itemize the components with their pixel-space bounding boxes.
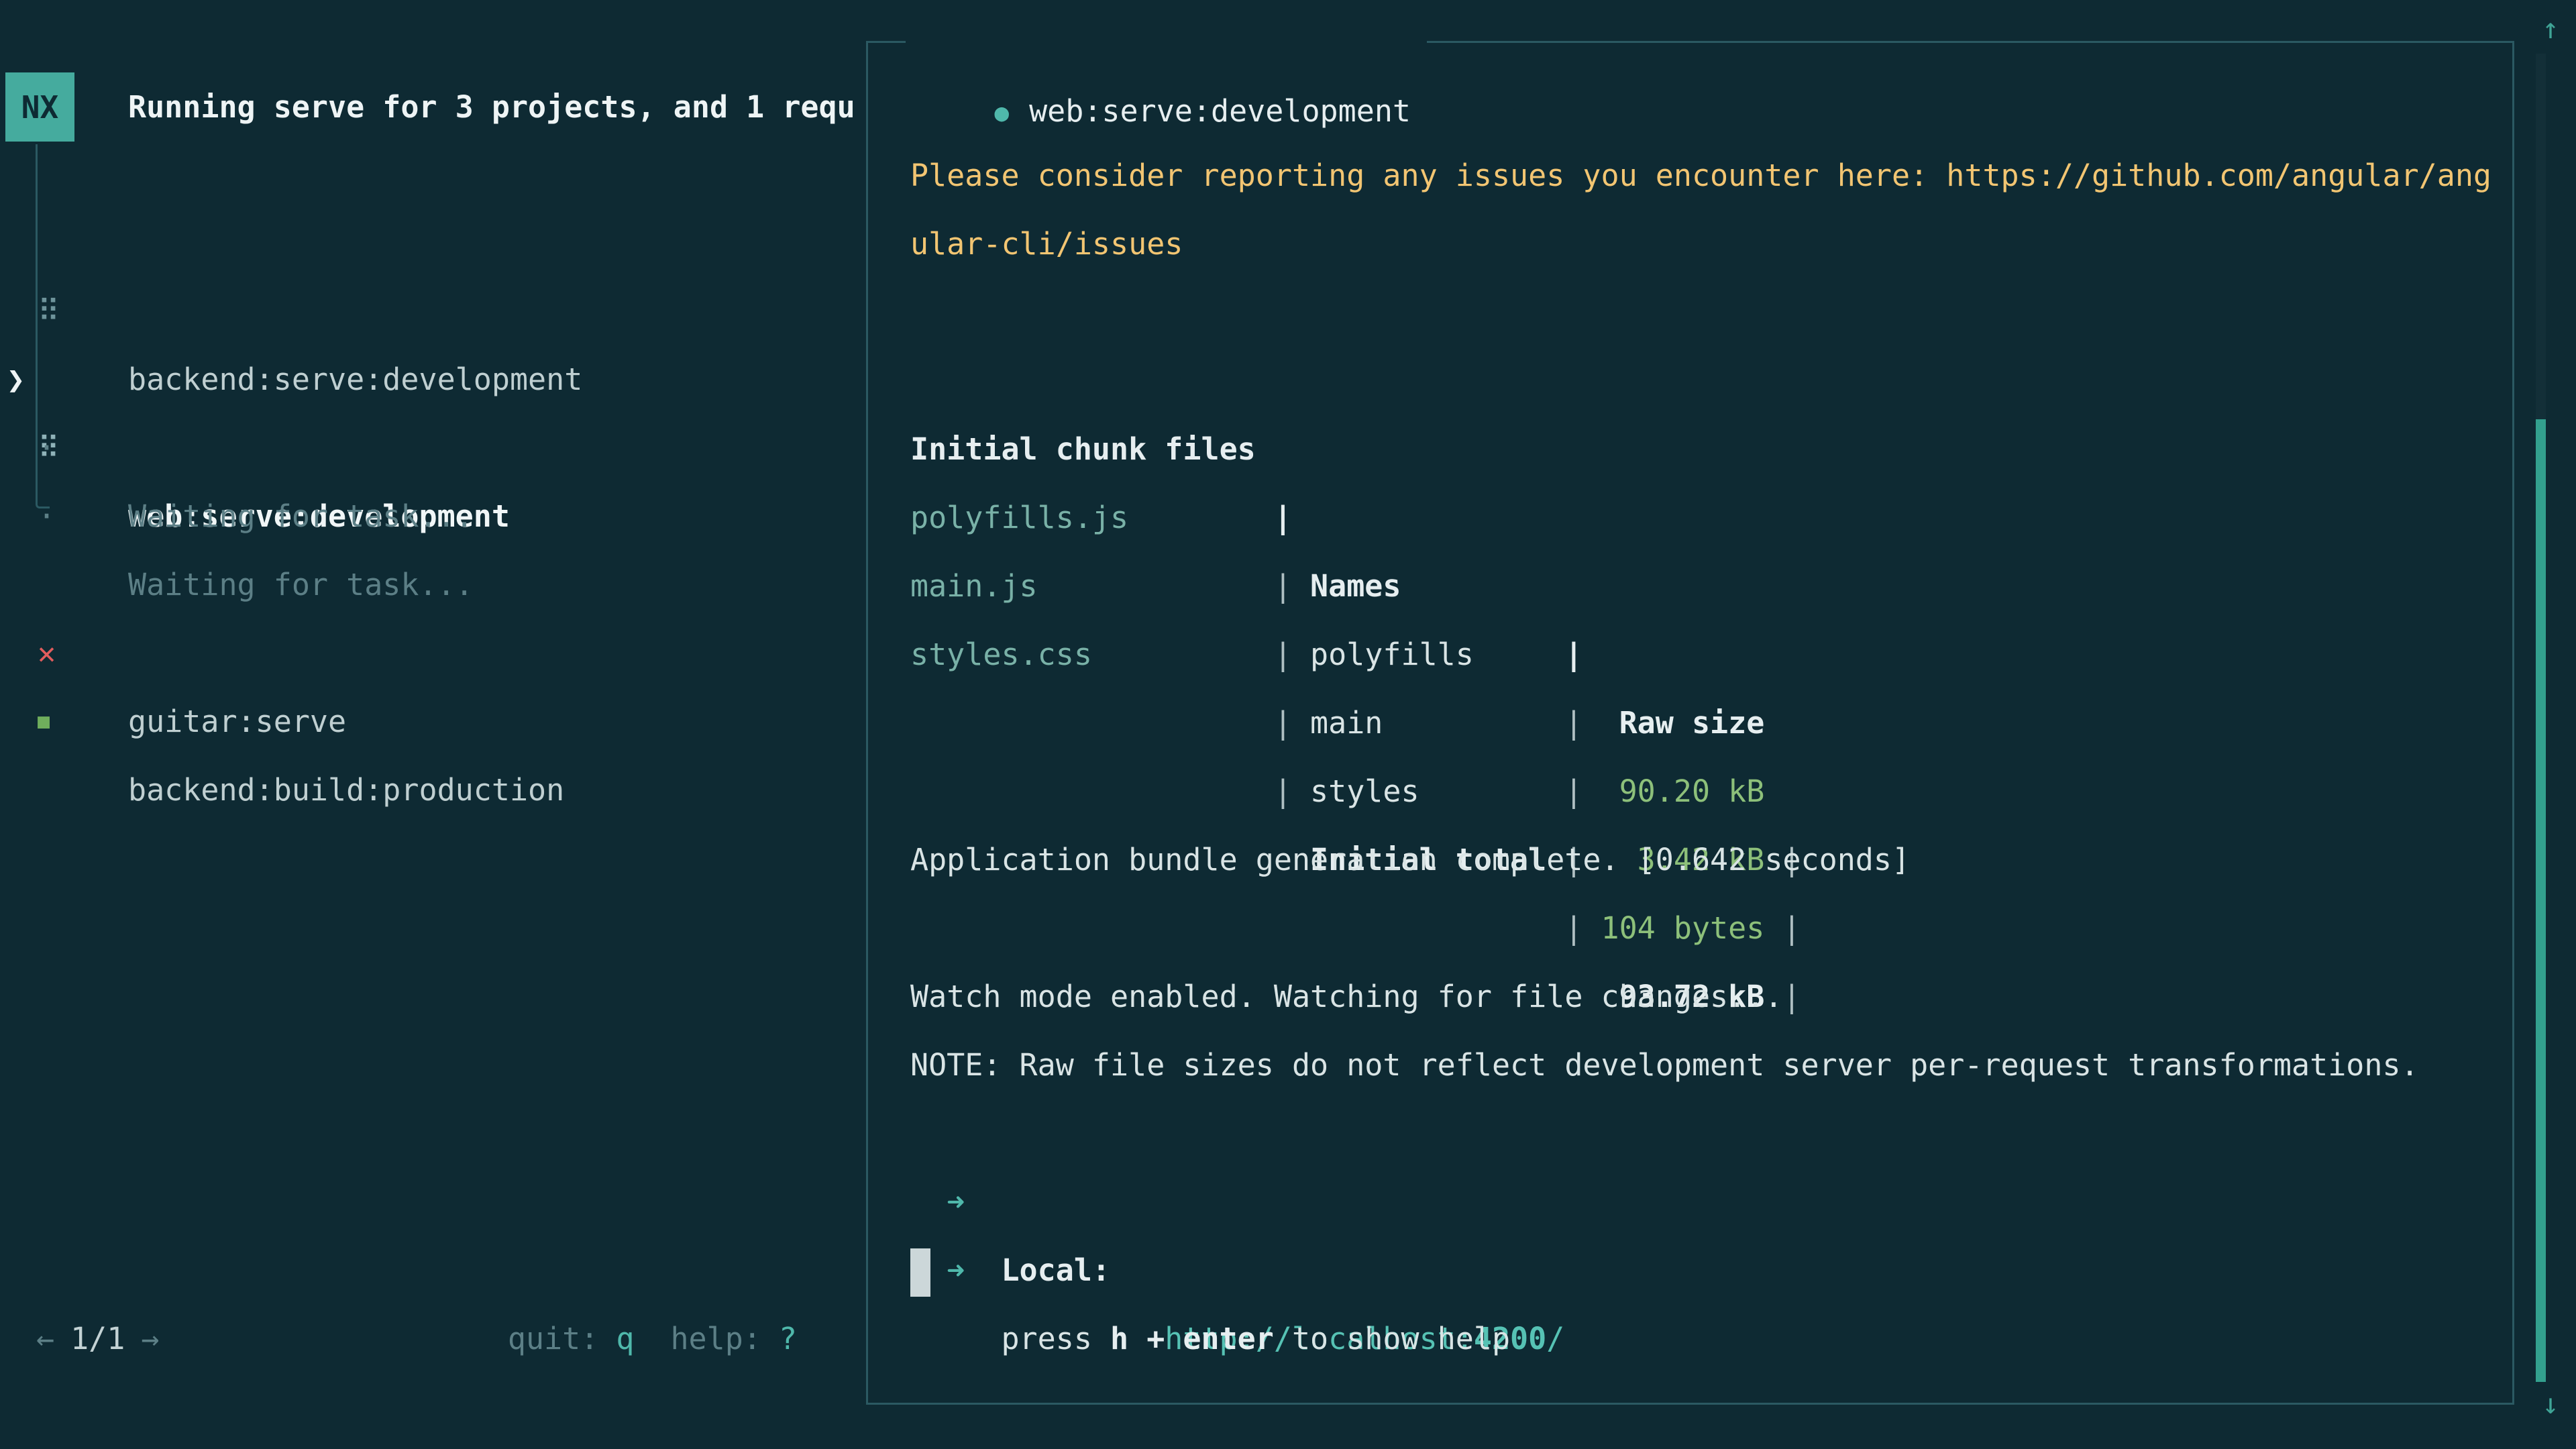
blank-line [910,621,2485,689]
panel-title-text: web:serve:development [1029,93,1411,129]
task-label: guitar:serve [128,688,346,756]
task-row-backend-serve[interactable]: ⠿ backend:serve:development [0,209,859,277]
app-header: NX Running serve for 3 projects, and 1 r… [5,72,859,142]
table-total-row: | Initial total | 93.72 kB [910,689,2485,757]
running-dot-icon: ● [994,99,1009,127]
watch-mode-text: Watch mode enabled. Watching for file ch… [910,979,1782,1014]
task-output-panel: ● web:serve:development Please consider r… [866,41,2514,1405]
task-label: backend:build:production [128,756,564,824]
quit-label: quit: [508,1305,598,1373]
local-url-line: ➜ Local: http://localhost:4200/ [910,1099,2485,1168]
url-suffix: / [1546,1321,1564,1356]
help-key: ? [779,1305,797,1373]
cursor-line [910,1236,2485,1305]
table-row: main.js | main | 3.42 kB | [910,484,2485,552]
bundle-complete-text: Application bundle generation complete. … [910,842,1910,877]
panel-title: ●web:serve:development [906,9,1427,77]
task-list: ⠿ backend:serve:development ❯ ⠿ web:serv… [0,209,859,688]
task-row-web-serve[interactable]: ❯ ⠿ web:serve:development [0,277,859,345]
nx-logo: NX [5,72,74,142]
page-indicator: 1/1 [70,1305,125,1373]
chunk-table-header: Initial chunk files | Names | Raw size [910,347,2485,415]
bundle-complete-line: Application bundle generation complete. … [910,826,2485,894]
success-square-icon: ■ [38,688,50,756]
help-hint-text: press h + enter to show help [1001,1305,1510,1373]
page-title: Running serve for 3 projects, and 1 requ [128,89,859,125]
quit-key: q [616,1305,634,1373]
notice-line: ular-cli/issues [910,210,2485,278]
help-hint-line: ➜ press h + enter to show help [910,1168,2485,1236]
note-text: NOTE: Raw file sizes do not reflect deve… [910,1047,2419,1083]
task-row-waiting-1[interactable]: · Waiting for task... [0,345,859,414]
blank-line [910,757,2485,826]
help-label: help: [670,1305,761,1373]
page-next-icon[interactable]: → [141,1305,159,1373]
page-prev-icon[interactable]: ← [36,1305,54,1373]
scroll-up-icon[interactable]: ↑ [2530,15,2571,43]
note-line: NOTE: Raw file sizes do not reflect deve… [910,1031,2485,1099]
scroll-down-icon[interactable]: ↓ [2530,1390,2571,1418]
terminal-cursor [910,1248,930,1297]
task-row-waiting-2[interactable]: · Waiting for task... [0,414,859,482]
scrollbar-thumb[interactable] [2536,419,2546,1382]
task-row-guitar-serve[interactable]: ✕ guitar:serve [0,551,859,619]
pagination: ← 1/1 → [36,1305,159,1373]
notice-line: Please consider reporting any issues you… [910,142,2485,210]
watch-mode-line: Watch mode enabled. Watching for file ch… [910,963,2485,1031]
status-bar: ← 1/1 → quit: q help: ? [36,1305,797,1373]
notice-text: ular-cli/issues [910,226,1183,262]
blank-line [910,278,2485,347]
task-list-spacer [0,482,859,551]
table-row: styles.css | styles | 104 bytes | [910,552,2485,621]
task-row-backend-build[interactable]: ■ backend:build:production [0,619,859,688]
press-keys: h + enter [1110,1321,1274,1356]
press-suffix: to show help [1274,1321,1510,1356]
notice-text: Please consider reporting any issues you… [910,158,2491,193]
press-prefix: press [1001,1321,1110,1356]
blank-line [910,894,2485,963]
terminal-output: Please consider reporting any issues you… [910,142,2485,1305]
key-hints: quit: q help: ? [508,1305,797,1373]
table-row: polyfills.js | polyfills | 90.20 kB | [910,415,2485,484]
